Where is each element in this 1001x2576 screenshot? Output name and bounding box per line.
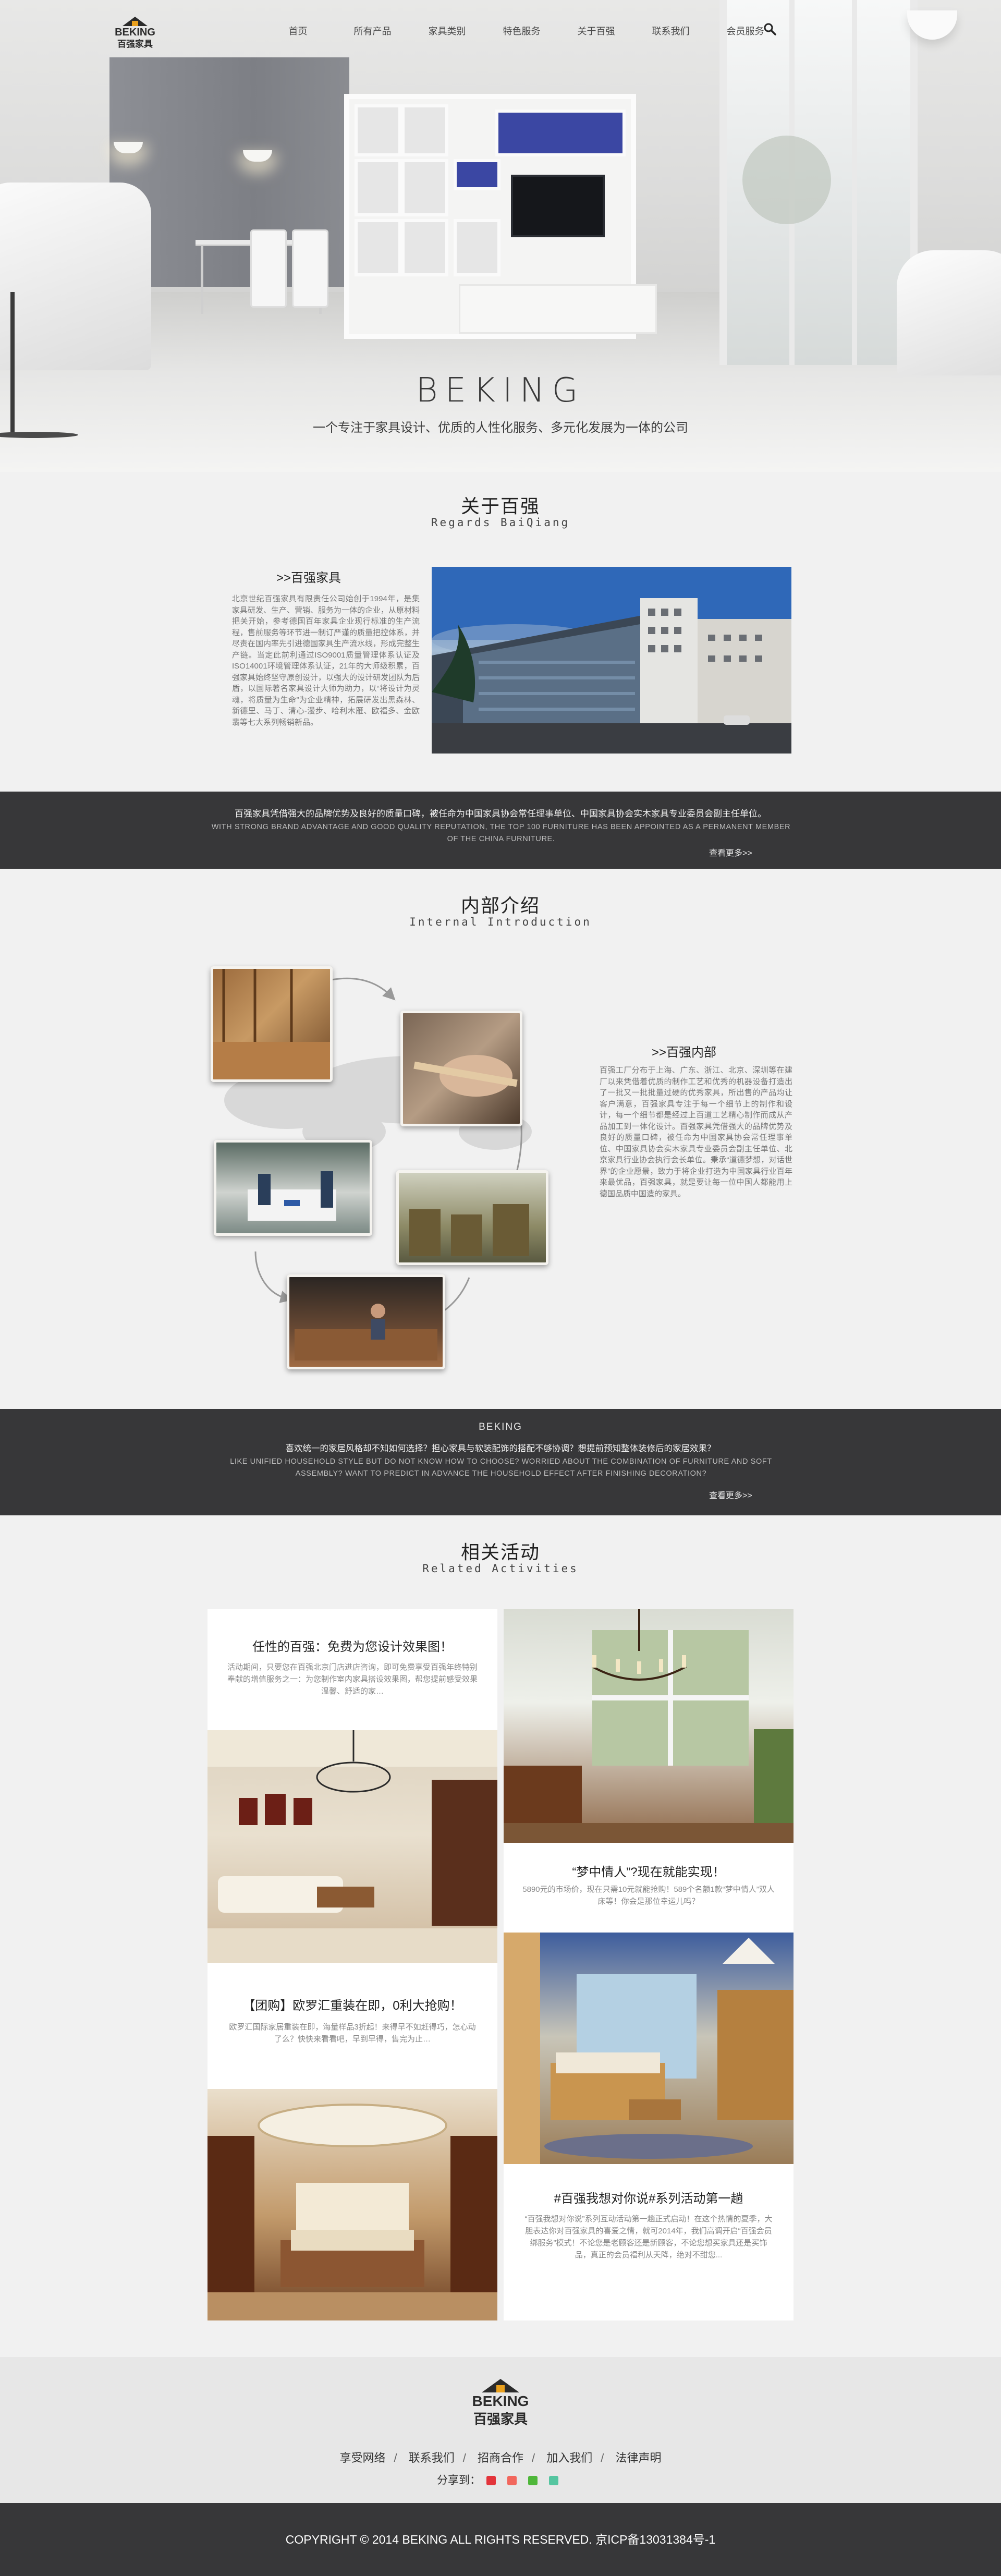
activity-card-1[interactable]: 任性的百强：免费为您设计效果图！ 活动期间，只要您在百强北京门店进店咨询，即可免… xyxy=(207,1609,497,1730)
nav-link-about[interactable]: 关于百强 xyxy=(559,24,633,38)
footer-logo-text-zh: 百强家具 xyxy=(473,2411,528,2427)
internal-title: 内部介绍 xyxy=(460,895,540,916)
footer: BEKING 百强家具 享受网络 / 联系我们 / 招商合作 / 加入我们 / 法律声明… xyxy=(0,2357,1001,2503)
brand-band-text-zh: 百强家具凭借强大的品牌优势及良好的质量口碑，被任命为中国家具协会常任理事单位、中… xyxy=(235,809,766,819)
hero-banner: BEKING 百强家具 首页 所有产品 家具类别 特色服务 关于百强 联系我们 … xyxy=(0,0,1001,472)
activity-photo-kids-room[interactable] xyxy=(504,1933,794,2164)
factory-photo-4 xyxy=(396,1170,548,1265)
internal-heading: >>百强内部 xyxy=(652,1046,717,1060)
activity-card-4[interactable]: #百强我想对你说#系列活动第一趟 “百强我想对你说”系列互动活动第一趟正式启动！… xyxy=(504,2164,794,2320)
table-leg xyxy=(201,246,203,314)
activity-card-2[interactable]: “梦中情人”?现在就能实现！ 5890元的市场价，现在只需10元就能抢购！589… xyxy=(504,1843,794,1933)
activity-card-2-title[interactable]: “梦中情人”?现在就能实现！ xyxy=(504,1862,794,1880)
style-band-more-link[interactable]: 查看更多>> xyxy=(709,1488,752,1501)
weibo-share-icon[interactable] xyxy=(486,2476,496,2486)
divider: / xyxy=(532,2451,535,2464)
activity-card-3-desc: 欧罗汇国际家居重装在即，海量样品3折起！来得早不如赶得巧，怎心动了么？快快来看看… xyxy=(229,2023,476,2044)
qzone-share-icon[interactable] xyxy=(507,2476,517,2486)
brand-band-text-en: WITH STRONG BRAND ADVANTAGE AND GOOD QUA… xyxy=(211,823,791,843)
activity-card-4-desc: “百强我想对你说”系列互动活动第一趟正式启动！在这个热情的夏季，大胆表达你对百强… xyxy=(524,2215,773,2259)
footer-link-4[interactable]: 加入我们 xyxy=(546,2451,592,2464)
brand-band: 百强家具凭借强大的品牌优势及良好的质量口碑，被任命为中国家具协会常任理事单位、中… xyxy=(0,792,1001,869)
footer-link-2[interactable]: 联系我们 xyxy=(409,2451,455,2464)
share-label: 分享到： xyxy=(437,2474,481,2486)
style-band-text-zh: 喜欢统一的家居风格却不知如何选择？担心家具与软装配饰的搭配不够协调？想提前预知整… xyxy=(285,1444,716,1453)
about-subtitle: Regards BaiQiang xyxy=(431,516,570,529)
renren-share-icon[interactable] xyxy=(549,2476,558,2486)
top-nav: BEKING 百强家具 首页 所有产品 家具类别 特色服务 关于百强 联系我们 … xyxy=(0,0,1001,63)
hero-chair xyxy=(292,229,328,308)
footer-logo[interactable]: BEKING 百强家具 xyxy=(461,2377,540,2429)
search-icon[interactable] xyxy=(763,22,777,36)
nav-link-home[interactable]: 首页 xyxy=(261,24,335,38)
logo[interactable]: BEKING 百强家具 xyxy=(107,15,163,51)
divider: / xyxy=(394,2451,397,2464)
about-title: 关于百强 xyxy=(460,495,540,517)
nav-link-all-products[interactable]: 所有产品 xyxy=(335,24,410,38)
hero-tv xyxy=(511,175,605,237)
hero-sofa-left xyxy=(0,183,151,370)
footer-link-5[interactable]: 法律声明 xyxy=(616,2451,662,2464)
activity-card-1-title[interactable]: 任性的百强：免费为您设计效果图！ xyxy=(207,1636,497,1655)
factory-photo-1 xyxy=(211,966,333,1082)
about-text: 北京世纪百强家具有限责任公司始创于1994年，是集家具研发、生产、营销、服务为一… xyxy=(232,594,420,727)
internal-text: 百强工厂分布于上海、广东、浙江、北京、深圳等在建厂以来凭借着优质的制作工艺和优秀… xyxy=(600,1066,792,1198)
style-band-text-en: LIKE UNIFIED HOUSEHOLD STYLE BUT DO NOT … xyxy=(230,1457,772,1478)
divider: / xyxy=(601,2451,604,2464)
style-band: BEKING 喜欢统一的家居风格却不知如何选择？担心家具与软装配饰的搭配不够协调… xyxy=(0,1409,1001,1515)
nav-link-services[interactable]: 特色服务 xyxy=(484,24,559,38)
activity-card-4-title[interactable]: #百强我想对你说#系列活动第一趟 xyxy=(504,2188,794,2206)
footer-logo-text-en: BEKING xyxy=(472,2393,529,2409)
about-heading: >>百强家具 xyxy=(276,571,341,585)
hero-chair xyxy=(250,229,287,308)
activity-card-3-title[interactable]: 【团购】欧罗汇重装在即，0利大抢购！ xyxy=(207,1995,497,2013)
factory-photo-3 xyxy=(214,1140,372,1236)
internal-subtitle: Internal Introduction xyxy=(409,916,592,928)
footer-link-3[interactable]: 招商合作 xyxy=(478,2451,523,2464)
logo-text-zh: 百强家具 xyxy=(117,39,153,50)
share-row: 分享到： xyxy=(0,2472,1001,2487)
activity-card-2-desc: 5890元的市场价，现在只需10元就能抢购！589个名额1款“梦中情人”双人床等… xyxy=(522,1885,775,1906)
footer-links: 享受网络 / 联系我们 / 招商合作 / 加入我们 / 法律声明 xyxy=(0,2449,1001,2465)
brand-band-more-link[interactable]: 查看更多>> xyxy=(709,846,752,858)
copyright-bar: COPYRIGHT © 2014 BEKING ALL RIGHTS RESER… xyxy=(0,2503,1001,2576)
floor-lamp xyxy=(10,292,15,433)
nav-link-contact[interactable]: 联系我们 xyxy=(633,24,708,38)
footer-link-1[interactable]: 享受网络 xyxy=(339,2451,385,2464)
style-band-title: BEKING xyxy=(479,1421,522,1432)
factory-photo-5 xyxy=(287,1274,445,1369)
hero-sofa-right xyxy=(897,250,1001,375)
logo-text-en: BEKING xyxy=(115,27,155,38)
activities-title: 相关活动 xyxy=(460,1541,540,1563)
hero-title: BEKING xyxy=(416,371,585,410)
wechat-share-icon[interactable] xyxy=(528,2476,538,2486)
activity-card-1-desc: 活动期间，只要您在百强北京门店进店咨询，即可免费享受百强年终特别奉献的增值服务之… xyxy=(227,1663,478,1696)
hero-cabinet xyxy=(459,284,657,334)
activity-photo-bedroom[interactable] xyxy=(207,2089,497,2320)
about-building-photo xyxy=(432,567,791,754)
activity-photo-dining[interactable] xyxy=(504,1609,794,1843)
divider: / xyxy=(462,2451,466,2464)
nav-links: 首页 所有产品 家具类别 特色服务 关于百强 联系我们 会员服务 xyxy=(261,24,783,38)
nav-link-categories[interactable]: 家具类别 xyxy=(410,24,484,38)
hero-subtitle: 一个专注于家具设计、优质的人性化服务、多元化发展为一体的公司 xyxy=(313,421,688,435)
activities-subtitle: Related Activities xyxy=(422,1562,579,1575)
activity-photo-living-room[interactable] xyxy=(207,1730,497,1963)
activity-card-3[interactable]: 【团购】欧罗汇重装在即，0利大抢购！ 欧罗汇国际家居重装在即，海量样品3折起！来… xyxy=(207,1963,497,2089)
factory-photo-2 xyxy=(400,1011,522,1126)
